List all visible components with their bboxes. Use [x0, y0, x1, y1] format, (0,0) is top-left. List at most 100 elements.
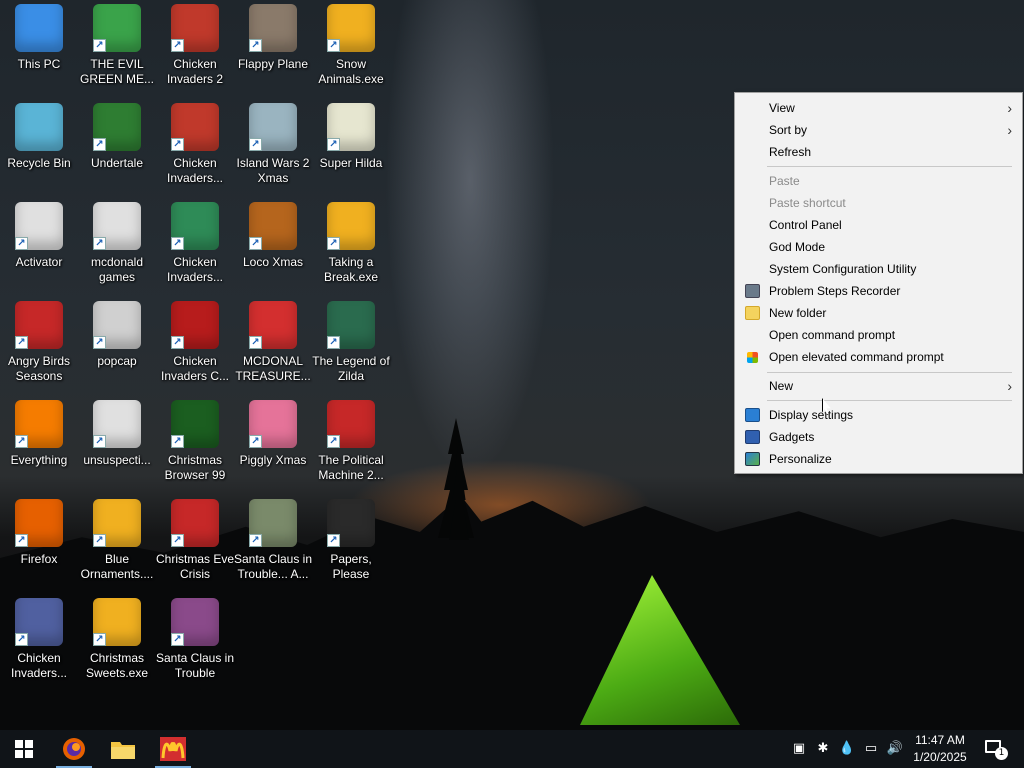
- menu-separator: [767, 400, 1012, 401]
- desktop-icon[interactable]: This PC: [0, 0, 78, 94]
- desktop-icon[interactable]: ↗ mcdonald games: [78, 198, 156, 292]
- shortcut-arrow-icon: ↗: [327, 39, 340, 52]
- desktop-icon[interactable]: ↗ Taking a Break.exe: [312, 198, 390, 292]
- desktop-icon[interactable]: ↗ Chicken Invaders...: [156, 198, 234, 292]
- desktop-icon[interactable]: ↗ Island Wars 2 Xmas: [234, 99, 312, 193]
- menu-item-label: System Configuration Utility: [769, 262, 917, 276]
- desktop-icon[interactable]: ↗ Chicken Invaders 2: [156, 0, 234, 94]
- desktop-icon-label: This PC: [17, 57, 61, 71]
- shortcut-arrow-icon: ↗: [249, 237, 262, 250]
- menu-item-label: God Mode: [769, 240, 826, 254]
- desktop-context-menu: View › Sort by › Refresh Paste Paste sho…: [734, 92, 1023, 474]
- file-icon: ↗: [93, 202, 141, 250]
- menu-item-god-mode[interactable]: God Mode: [737, 236, 1020, 258]
- menu-item-problem-steps-recorder[interactable]: Problem Steps Recorder: [737, 280, 1020, 302]
- desktop-icon[interactable]: ↗ THE EVIL GREEN ME...: [78, 0, 156, 94]
- taskbar-file-explorer[interactable]: [101, 730, 145, 768]
- desktop-icon[interactable]: ↗ MCDONAL TREASURE...: [234, 297, 312, 391]
- notification-count-badge: 1: [995, 747, 1008, 760]
- desktop-icon[interactable]: ↗ Activator: [0, 198, 78, 292]
- pc-icon: [15, 4, 63, 52]
- zilda-icon: ↗: [327, 301, 375, 349]
- taskbar-firefox[interactable]: [52, 730, 96, 768]
- menu-item-system-configuration[interactable]: System Configuration Utility: [737, 258, 1020, 280]
- menu-item-paste[interactable]: Paste: [737, 170, 1020, 192]
- shortcut-arrow-icon: ↗: [93, 237, 106, 250]
- tray-volume-icon[interactable]: 🔊: [886, 740, 904, 758]
- desktop-icon[interactable]: ↗ popcap: [78, 297, 156, 391]
- menu-item-gadgets[interactable]: Gadgets: [737, 426, 1020, 448]
- clock-time: 11:47 AM: [915, 733, 965, 747]
- desktop-icon[interactable]: ↗ Papers, Please: [312, 495, 390, 589]
- menu-item-label: New folder: [769, 306, 827, 320]
- desktop-icon-area: This PC ↗ THE EVIL GREEN ME... ↗ Chicken Inv…: [0, 0, 400, 730]
- menu-item-label: Paste: [769, 174, 800, 188]
- desktop-icon-label: Super Hilda: [319, 156, 383, 170]
- tray-network-icon[interactable]: ▭: [862, 740, 880, 758]
- shortcut-arrow-icon: ↗: [249, 336, 262, 349]
- shortcut-arrow-icon: ↗: [93, 39, 106, 52]
- tray-drop-icon[interactable]: 💧: [838, 740, 856, 758]
- monitor-icon: [745, 408, 760, 422]
- menu-item-label: New: [769, 379, 794, 393]
- desktop-icon[interactable]: ↗ Firefox: [0, 495, 78, 589]
- desktop-icon[interactable]: ↗ Chicken Invaders C...: [156, 297, 234, 391]
- desktop-icon[interactable]: ↗ Snow Animals.exe: [312, 0, 390, 94]
- menu-item-paste-shortcut[interactable]: Paste shortcut: [737, 192, 1020, 214]
- shortcut-arrow-icon: ↗: [93, 138, 106, 151]
- pig-icon: ↗: [249, 400, 297, 448]
- desktop-icon[interactable]: ↗ Christmas Browser 99: [156, 396, 234, 490]
- desktop-icon[interactable]: ↗ Piggly Xmas: [234, 396, 312, 490]
- desktop-icon[interactable]: ↗ Angry Birds Seasons: [0, 297, 78, 391]
- menu-item-new[interactable]: New ›: [737, 375, 1020, 397]
- tray-network-status-icon[interactable]: ▣: [790, 740, 808, 758]
- desktop-icon[interactable]: Recycle Bin: [0, 99, 78, 193]
- desktop-icon[interactable]: ↗ Flappy Plane: [234, 0, 312, 94]
- taskbar-mcdonalds[interactable]: [151, 730, 195, 768]
- desktop-icon[interactable]: ↗ Christmas Eve Crisis: [156, 495, 234, 589]
- menu-item-open-command-prompt[interactable]: Open command prompt: [737, 324, 1020, 346]
- menu-item-control-panel[interactable]: Control Panel: [737, 214, 1020, 236]
- desktop-icon-label: Activator: [15, 255, 63, 269]
- tray-app-icon[interactable]: ✱: [814, 740, 832, 758]
- shortcut-arrow-icon: ↗: [327, 237, 340, 250]
- desktop-icon[interactable]: ↗ Super Hilda: [312, 99, 390, 193]
- menu-item-display-settings[interactable]: Display settings: [737, 404, 1020, 426]
- menu-item-label: Display settings: [769, 408, 854, 422]
- folder-icon: [745, 306, 760, 320]
- package-icon: ↗: [327, 4, 375, 52]
- menu-item-personalize[interactable]: Personalize: [737, 448, 1020, 470]
- badge-icon: ↗: [327, 400, 375, 448]
- chicken-icon: ↗: [171, 4, 219, 52]
- shortcut-arrow-icon: ↗: [171, 633, 184, 646]
- taskbar-clock[interactable]: 11:47 AM 1/20/2025: [905, 732, 975, 766]
- desktop-icon[interactable]: ↗ Undertale: [78, 99, 156, 193]
- shortcut-arrow-icon: ↗: [15, 237, 28, 250]
- desktop-icon-label: Chicken Invaders...: [166, 156, 224, 185]
- menu-item-label: Personalize: [769, 452, 832, 466]
- desktop-icon[interactable]: ↗ Chicken Invaders...: [0, 594, 78, 688]
- notification-center-button[interactable]: 1: [982, 740, 1008, 760]
- menu-item-new-folder[interactable]: New folder: [737, 302, 1020, 324]
- desktop-icon[interactable]: ↗ Loco Xmas: [234, 198, 312, 292]
- shortcut-arrow-icon: ↗: [93, 435, 106, 448]
- menu-item-open-elevated-command-prompt[interactable]: Open elevated command prompt: [737, 346, 1020, 368]
- desktop-icon[interactable]: ↗ Blue Ornaments....: [78, 495, 156, 589]
- desktop-icon[interactable]: ↗ Santa Claus in Trouble... A...: [234, 495, 312, 589]
- desktop-icon[interactable]: ↗ Christmas Sweets.exe: [78, 594, 156, 688]
- desktop-icon[interactable]: ↗ Santa Claus in Trouble: [156, 594, 234, 688]
- desktop-icon[interactable]: ↗ The Political Machine 2...: [312, 396, 390, 490]
- start-button[interactable]: [2, 730, 46, 768]
- shortcut-arrow-icon: ↗: [15, 534, 28, 547]
- desktop-icon[interactable]: ↗ Chicken Invaders...: [156, 99, 234, 193]
- firefox-icon: [63, 738, 85, 760]
- santa-icon: ↗: [171, 499, 219, 547]
- menu-separator: [767, 166, 1012, 167]
- menu-item-refresh[interactable]: Refresh: [737, 141, 1020, 163]
- menu-item-sort-by[interactable]: Sort by ›: [737, 119, 1020, 141]
- desktop-icon-label: MCDONAL TREASURE...: [235, 354, 311, 383]
- menu-item-view[interactable]: View ›: [737, 97, 1020, 119]
- desktop-icon[interactable]: ↗ unsuspecti...: [78, 396, 156, 490]
- desktop-icon[interactable]: ↗ Everything: [0, 396, 78, 490]
- desktop-icon[interactable]: ↗ The Legend of Zilda: [312, 297, 390, 391]
